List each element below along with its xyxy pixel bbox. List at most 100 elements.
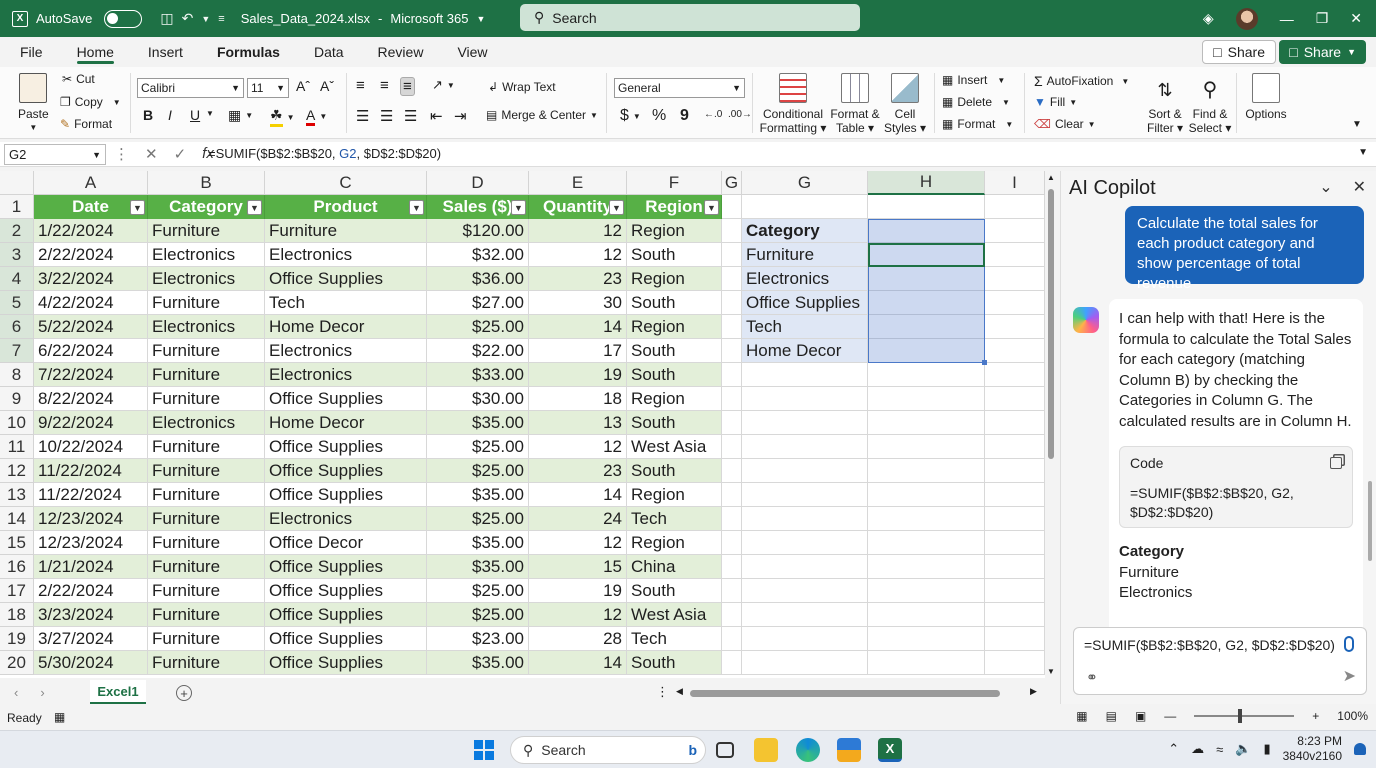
- table-cell[interactable]: South: [627, 339, 722, 363]
- insert-cells-button[interactable]: ▦ Insert ▼: [942, 73, 1005, 87]
- send-icon[interactable]: ➤: [1343, 666, 1356, 686]
- row-header[interactable]: 10: [0, 411, 34, 435]
- table-cell[interactable]: $36.00: [427, 267, 529, 291]
- table-cell[interactable]: Region: [627, 219, 722, 243]
- file-explorer-icon[interactable]: [754, 738, 778, 762]
- grid-cell[interactable]: [722, 363, 742, 387]
- grid-cell[interactable]: [722, 531, 742, 555]
- table-header-cell[interactable]: Product ▼: [265, 195, 427, 219]
- grid-cell[interactable]: [985, 459, 1045, 483]
- table-cell[interactable]: Region: [627, 483, 722, 507]
- table-cell[interactable]: Tech: [627, 627, 722, 651]
- grid-cell[interactable]: [985, 603, 1045, 627]
- copilot-input[interactable]: =SUMIF($B$2:$B$20, G2, $D$2:$D$20) ⚭ ➤: [1073, 627, 1367, 695]
- wifi-icon[interactable]: ≈: [1216, 742, 1223, 757]
- tab-view[interactable]: View: [457, 37, 487, 67]
- percent-button[interactable]: %: [652, 107, 666, 125]
- table-cell[interactable]: Office Supplies: [265, 459, 427, 483]
- underline-dropdown-icon[interactable]: ▼: [206, 109, 214, 118]
- page-layout-icon[interactable]: ▤: [1106, 709, 1117, 723]
- italic-button[interactable]: I: [168, 107, 172, 123]
- table-cell[interactable]: 7/22/2024: [34, 363, 148, 387]
- delete-cells-button[interactable]: ▦ Delete ▼: [942, 95, 1010, 109]
- horizontal-scroll-thumb[interactable]: [690, 690, 1000, 697]
- category-cell[interactable]: Category: [742, 219, 868, 243]
- grid-cell[interactable]: [985, 411, 1045, 435]
- table-header-cell[interactable]: Category ▼: [148, 195, 265, 219]
- table-cell[interactable]: Electronics: [148, 267, 265, 291]
- row-header[interactable]: 19: [0, 627, 34, 651]
- row-header[interactable]: 6: [0, 315, 34, 339]
- table-cell[interactable]: Furniture: [148, 435, 265, 459]
- grid-cell[interactable]: [868, 483, 985, 507]
- table-cell[interactable]: 12/23/2024: [34, 507, 148, 531]
- scroll-up-icon[interactable]: ▲: [1047, 173, 1055, 182]
- tab-home[interactable]: Home: [76, 37, 115, 67]
- table-cell[interactable]: 23: [529, 267, 627, 291]
- table-cell[interactable]: China: [627, 555, 722, 579]
- table-cell[interactable]: 12: [529, 531, 627, 555]
- grid-cell[interactable]: [742, 483, 868, 507]
- table-cell[interactable]: Furniture: [148, 387, 265, 411]
- table-header-cell[interactable]: Date ▼: [34, 195, 148, 219]
- grid-cell[interactable]: [985, 315, 1045, 339]
- align-right-button[interactable]: ☰: [404, 107, 417, 125]
- table-cell[interactable]: 14: [529, 315, 627, 339]
- grid-cell[interactable]: [868, 603, 985, 627]
- grid-cell[interactable]: [742, 603, 868, 627]
- grid-cell[interactable]: [722, 459, 742, 483]
- table-cell[interactable]: Office Supplies: [265, 627, 427, 651]
- table-cell[interactable]: Furniture: [148, 579, 265, 603]
- table-cell[interactable]: Electronics: [265, 507, 427, 531]
- table-cell[interactable]: 12: [529, 243, 627, 267]
- column-header[interactable]: F: [627, 171, 722, 195]
- grid-cell[interactable]: [722, 219, 742, 243]
- grid-cell[interactable]: [742, 387, 868, 411]
- table-cell[interactable]: 1/21/2024: [34, 555, 148, 579]
- row-header[interactable]: 2: [0, 219, 34, 243]
- category-cell[interactable]: Electronics: [742, 267, 868, 291]
- clock[interactable]: 8:23 PM 3840v2160: [1283, 734, 1342, 764]
- table-cell[interactable]: 2/22/2024: [34, 243, 148, 267]
- table-cell[interactable]: 12: [529, 603, 627, 627]
- table-cell[interactable]: 15: [529, 555, 627, 579]
- tab-review[interactable]: Review: [378, 37, 424, 67]
- select-all-corner[interactable]: [0, 171, 34, 195]
- table-cell[interactable]: Office Supplies: [265, 387, 427, 411]
- number-format-select[interactable]: General ▼: [614, 78, 745, 98]
- restore-icon[interactable]: ❐: [1316, 10, 1329, 27]
- grid-cell[interactable]: [985, 483, 1045, 507]
- row-header[interactable]: 7: [0, 339, 34, 363]
- table-cell[interactable]: Furniture: [148, 555, 265, 579]
- bold-button[interactable]: B: [143, 107, 153, 123]
- table-cell[interactable]: Electronics: [148, 315, 265, 339]
- row-header[interactable]: 9: [0, 387, 34, 411]
- avatar[interactable]: [1235, 7, 1258, 30]
- table-cell[interactable]: 3/22/2024: [34, 267, 148, 291]
- diamond-icon[interactable]: ◈: [1203, 10, 1214, 27]
- fill-handle[interactable]: [982, 360, 987, 365]
- orientation-button[interactable]: ↗ ▼: [432, 77, 455, 93]
- table-cell[interactable]: 2/22/2024: [34, 579, 148, 603]
- fill-color-button[interactable]: ☘ ▼: [270, 107, 294, 127]
- table-cell[interactable]: Furniture: [148, 459, 265, 483]
- table-cell[interactable]: Office Supplies: [265, 651, 427, 675]
- grid-cell[interactable]: [985, 579, 1045, 603]
- table-cell[interactable]: Electronics: [265, 339, 427, 363]
- filter-dropdown-icon[interactable]: ▼: [130, 200, 145, 215]
- row-header[interactable]: 18: [0, 603, 34, 627]
- share-button-secondary[interactable]: □ Share: [1202, 40, 1276, 64]
- tab-data[interactable]: Data: [314, 37, 344, 67]
- row-header[interactable]: 5: [0, 291, 34, 315]
- increase-decimal-button[interactable]: ←.0: [704, 109, 722, 120]
- table-cell[interactable]: 5/22/2024: [34, 315, 148, 339]
- grid-cell[interactable]: [742, 555, 868, 579]
- grid-cell[interactable]: [868, 627, 985, 651]
- grid-cell[interactable]: [742, 507, 868, 531]
- conditional-formatting-button[interactable]: Conditional Formatting ▾: [758, 73, 828, 135]
- table-cell[interactable]: Electronics: [148, 243, 265, 267]
- zoom-out-icon[interactable]: —: [1164, 709, 1176, 723]
- save-icon[interactable]: ◫: [160, 10, 173, 27]
- table-cell[interactable]: 9/22/2024: [34, 411, 148, 435]
- table-cell[interactable]: 17: [529, 339, 627, 363]
